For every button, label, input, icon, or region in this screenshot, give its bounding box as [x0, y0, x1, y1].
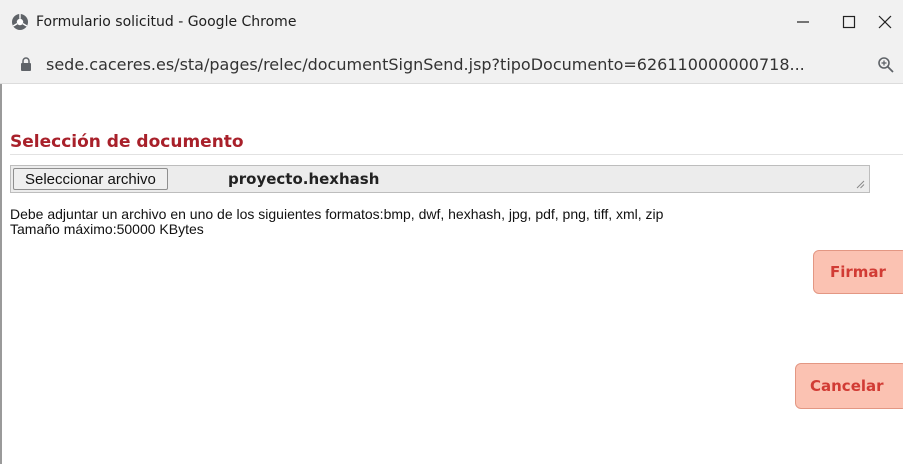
address-bar[interactable]: sede.caceres.es/sta/pages/relec/document… — [0, 47, 903, 84]
lock-icon[interactable] — [20, 57, 32, 72]
resize-grip-icon[interactable] — [856, 180, 865, 189]
close-icon — [878, 15, 892, 29]
section-title: Selección de documento — [10, 132, 244, 152]
cancel-button[interactable]: Cancelar — [795, 363, 903, 409]
browser-popup-window: Formulario solicitud - Google Chrome sed… — [0, 0, 903, 464]
file-upload-field[interactable]: Seleccionar archivo proyecto.hexhash — [10, 165, 870, 193]
title-bar: Formulario solicitud - Google Chrome — [0, 0, 903, 47]
max-size-text: Tamaño máximo:50000 KBytes — [10, 221, 204, 237]
allowed-formats-text: Debe adjuntar un archivo en uno de los s… — [10, 206, 664, 222]
zoom-icon[interactable] — [877, 56, 895, 74]
section-divider — [10, 154, 903, 155]
minimize-button[interactable] — [788, 10, 818, 34]
maximize-button[interactable] — [834, 10, 864, 34]
selected-file-name: proyecto.hexhash — [228, 170, 380, 188]
maximize-icon — [842, 15, 856, 29]
chrome-globe-icon — [12, 14, 28, 30]
close-button[interactable] — [870, 10, 900, 34]
select-file-button[interactable]: Seleccionar archivo — [13, 168, 168, 190]
url-text[interactable]: sede.caceres.es/sta/pages/relec/document… — [46, 55, 866, 74]
sign-button[interactable]: Firmar — [813, 250, 903, 294]
minimize-icon — [797, 21, 809, 23]
window-title: Formulario solicitud - Google Chrome — [36, 14, 297, 30]
